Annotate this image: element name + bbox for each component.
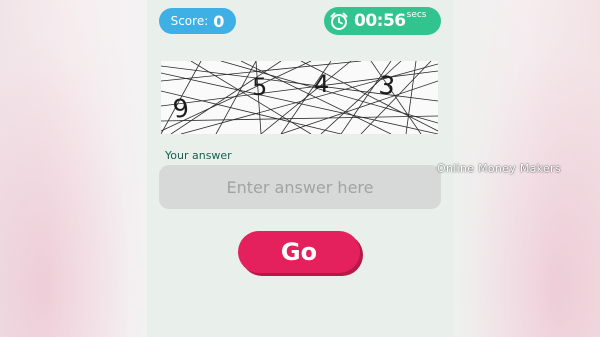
- score-value: 0: [213, 11, 225, 31]
- captcha-digit-2: 5: [252, 73, 268, 101]
- captcha-image: 9 5 4 3: [161, 61, 438, 134]
- go-button[interactable]: Go: [238, 231, 360, 273]
- alarm-clock-icon: [329, 11, 349, 31]
- watermark-text: Online Money Makers: [437, 162, 561, 175]
- timer-value: 00:56: [354, 11, 406, 31]
- timer-badge: 00:56 secs: [324, 7, 441, 35]
- left-background-blur: [0, 0, 147, 337]
- answer-input[interactable]: [159, 165, 441, 209]
- answer-label: Your answer: [165, 149, 232, 162]
- score-label: Score:: [170, 14, 209, 28]
- captcha-digit-3: 4: [314, 70, 330, 98]
- score-badge: Score: 0: [159, 8, 236, 34]
- app-screen: Score: 0 00:56 secs 9 5 4 3 Your answer …: [147, 0, 453, 337]
- captcha-digit-4: 3: [377, 70, 397, 101]
- timer-unit: secs: [406, 10, 427, 20]
